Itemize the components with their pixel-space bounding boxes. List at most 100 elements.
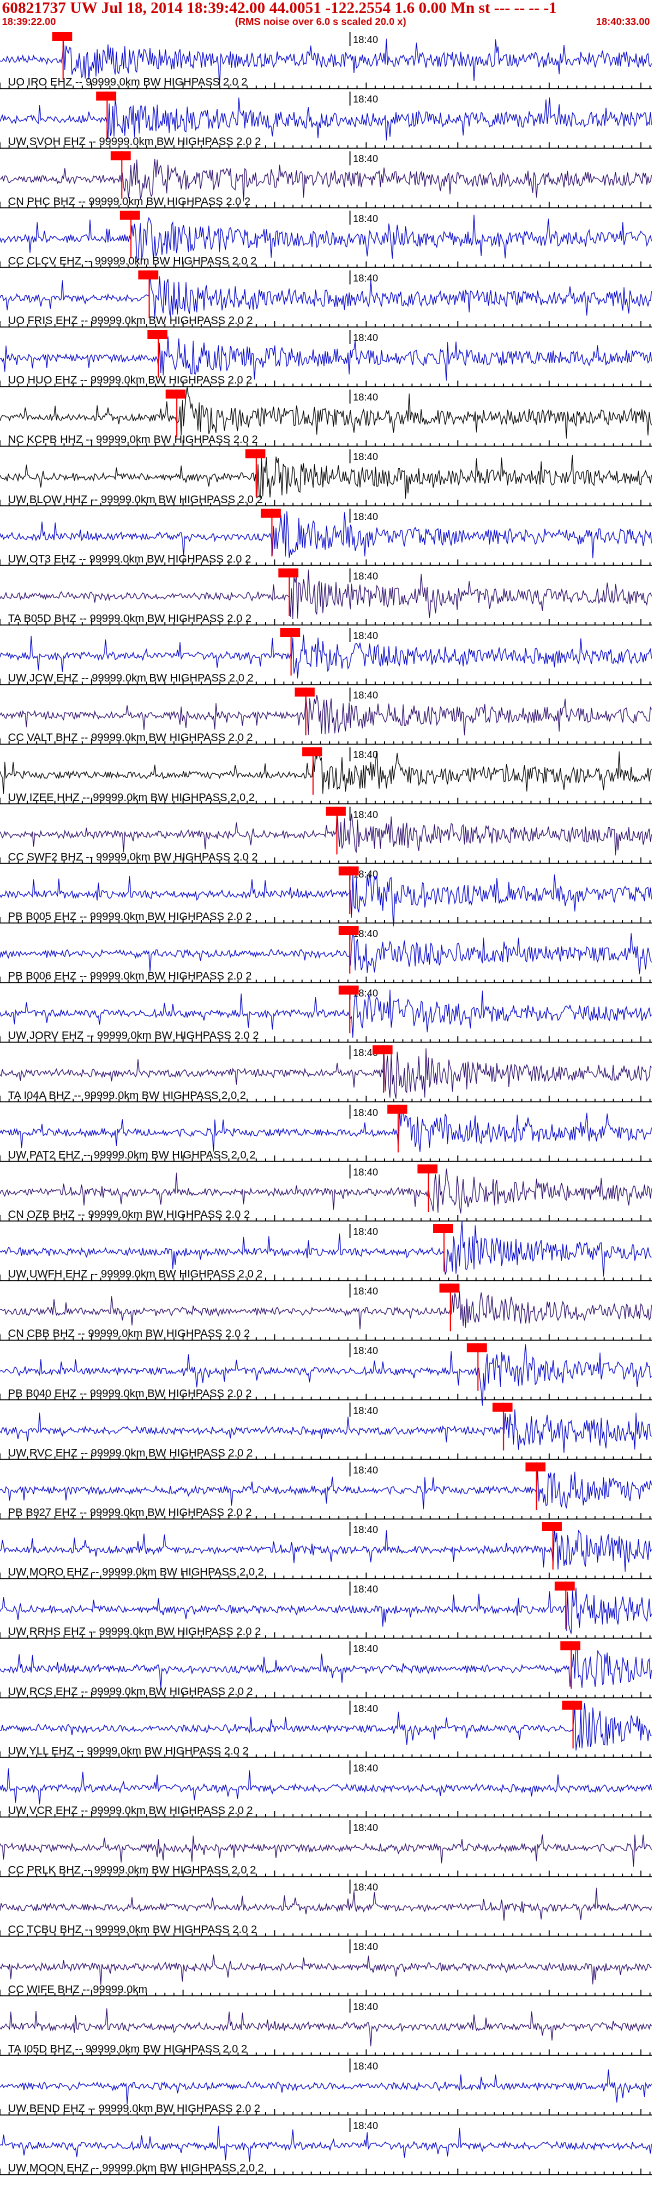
center-time-label: 18:40 (353, 691, 378, 702)
channel-label: UW MOON EHZ -- 99999.0km BW HIGHPASS 2.0… (8, 2163, 264, 2175)
center-time-label: 18:40 (353, 2121, 378, 2132)
center-time-label: 18:40 (353, 1287, 378, 1298)
channel-label: UW RVC EHZ -- 99999.0km BW HIGHPASS 2.0 … (8, 1447, 253, 1459)
phase-pick-box (52, 32, 73, 41)
phase-pick-box (562, 1700, 583, 1710)
phase-pick-box (338, 985, 359, 995)
channel-label: UW MORO EHZ -- 99999.0km BW HIGHPASS 2.0… (8, 1567, 264, 1579)
seismogram-trace (0, 1409, 652, 1453)
channel-label: UO FRIS EHZ -- 99999.0km BW HIGHPASS 2.0… (8, 315, 253, 327)
center-time-label: 18:40 (353, 1704, 378, 1715)
seismogram-trace (0, 97, 652, 141)
channel-label: TA B05D BHZ -- 99999.0km BW HIGHPASS 2.0… (8, 613, 252, 625)
center-time-label: 18:40 (353, 750, 378, 761)
phase-pick-box (278, 568, 299, 578)
seismogram-trace (0, 695, 652, 736)
phase-pick-box (554, 1581, 575, 1591)
phase-pick-box (245, 449, 266, 459)
phase-pick-box (119, 210, 140, 220)
seismogram-trace (0, 1291, 652, 1330)
seismogram-plot: 18:40 UO IRO EHZ -- 99999.0km BW HIGHPASS… (0, 32, 652, 2176)
channel-label: CC VALT BHZ -- 99999.0km BW HIGHPASS 2.0… (8, 732, 253, 744)
channel-label: UW RCS EHZ -- 99999.0km BW HIGHPASS 2.0 … (8, 1686, 253, 1698)
center-time-label: 18:40 (353, 393, 378, 404)
center-time-label: 18:40 (353, 1465, 378, 1476)
center-time-label: 18:40 (353, 1644, 378, 1655)
seismogram-trace (0, 1644, 652, 1689)
center-time-label: 18:40 (353, 2061, 378, 2072)
phase-pick-box (147, 330, 168, 339)
channel-label: UW PAT2 EHZ -- 99999.0km BW HIGHPASS 2.0… (8, 1149, 256, 1161)
phase-pick-box (387, 1104, 408, 1114)
seismogram-trace (0, 1527, 652, 1572)
channel-label: UW OT3 EHZ -- 99999.0km BW HIGHPASS 2.0 … (8, 553, 251, 565)
phase-pick-box (96, 91, 117, 101)
phase-pick-box (302, 747, 323, 757)
seismogram-trace (0, 2069, 652, 2105)
channel-label: CN PHC BHZ -- 99999.0km BW HIGHPASS 2.0 … (8, 196, 250, 208)
channel-label: PB B005 EHZ -- 99999.0km BW HIGHPASS 2.0… (8, 911, 252, 923)
center-time-label: 18:40 (353, 631, 378, 642)
phase-pick-box (338, 866, 359, 876)
channel-label: CC SWF2 BHZ -- 99999.0km BW HIGHPASS 2.0… (8, 851, 258, 863)
seismogram-trace (0, 1109, 652, 1152)
seismogram-trace (0, 511, 652, 559)
seismogram-trace (0, 386, 652, 439)
phase-pick-box (280, 628, 301, 637)
channel-label: PB B040 EHZ -- 99999.0km BW HIGHPASS 2.0… (8, 1388, 252, 1400)
phase-pick-box (294, 687, 315, 697)
phase-pick-box (492, 1402, 513, 1412)
seismogram-trace (0, 811, 652, 856)
channel-label: UW VCR EHZ -- 99999.0km BW HIGHPASS 2.0 … (8, 1805, 253, 1817)
channel-label: UW YLL EHZ -- 99999.0km BW HIGHPASS 2.0 … (8, 1745, 249, 1757)
seismogram-trace (0, 454, 652, 499)
channel-label: CC PRLK BHZ -- 99999.0km BW HIGHPASS 2.0… (8, 1865, 256, 1877)
seismogram-trace (0, 1834, 652, 1867)
center-time-label: 18:40 (353, 1823, 378, 1834)
phase-pick-box (560, 1641, 581, 1651)
center-time-label: 18:40 (353, 273, 378, 284)
phase-pick-box (433, 1224, 454, 1233)
channel-label: PB B006 EHZ -- 99999.0km BW HIGHPASS 2.0… (8, 971, 252, 983)
channel-label: UW UWFH EHZ -- 99999.0km BW HIGHPASS 2.0… (8, 1269, 263, 1281)
center-time-label: 18:40 (353, 1406, 378, 1417)
center-time-label: 18:40 (353, 35, 378, 46)
center-time-label: 18:40 (353, 1883, 378, 1894)
phase-pick-box (372, 1045, 393, 1055)
seismogram-trace (0, 930, 652, 975)
channel-label: UO IRO EHZ -- 99999.0km BW HIGHPASS 2.0 … (8, 77, 247, 89)
channel-label: CN CBB BHZ -- 99999.0km BW HIGHPASS 2.0 … (8, 1328, 250, 1340)
phase-pick-box (165, 389, 186, 399)
phase-pick-box (439, 1283, 460, 1293)
channel-label: PB B927 EHZ -- 99999.0km BW HIGHPASS 2.0… (8, 1507, 252, 1519)
seismogram-trace (0, 214, 652, 262)
channel-label: UW RRHS EHZ -- 99999.0km BW HIGHPASS 2.0… (8, 1626, 261, 1638)
center-time-label: 18:40 (353, 1108, 378, 1119)
center-time-label: 18:40 (353, 2002, 378, 2013)
channel-label: CC WIFE BHZ -- 99999.0km (8, 1984, 147, 1996)
phase-pick-box (338, 926, 359, 935)
channel-label: TA I04A BHZ -- 99999.0km BW HIGHPASS 2.0… (8, 1090, 246, 1102)
seismogram-trace (0, 1702, 652, 1751)
phase-pick-box (138, 270, 159, 280)
center-time-label: 18:40 (353, 1227, 378, 1238)
center-time-label: 18:40 (353, 95, 378, 106)
seismogram-trace (0, 2125, 652, 2163)
center-time-label: 18:40 (353, 214, 378, 225)
phase-pick-box (325, 806, 346, 816)
center-time-label: 18:40 (353, 1763, 378, 1774)
seismogram-trace (0, 747, 652, 795)
phase-pick-box (417, 1164, 438, 1174)
channel-label: UW BEND EHZ -- 99999.0km BW HIGHPASS 2.0… (8, 2103, 260, 2115)
center-time-label: 18:40 (353, 452, 378, 463)
seismogram-trace (0, 1168, 652, 1214)
center-time-label: 18:40 (353, 154, 378, 165)
channel-label: CC CLCV EHZ -- 99999.0km BW HIGHPASS 2.0… (8, 255, 257, 267)
channel-label: TA I05D BHZ -- 99999.0km BW HIGHPASS 2.0… (8, 2043, 247, 2055)
center-time-label: 18:40 (353, 333, 378, 344)
channel-label: UW JORV EHZ -- 99999.0km BW HIGHPASS 2.0… (8, 1030, 259, 1042)
phase-pick-box (466, 1343, 487, 1353)
channel-label: UW IZEE HHZ -- 99999.0km BW HIGHPASS 2.0… (8, 792, 255, 804)
center-time-label: 18:40 (353, 1942, 378, 1953)
seismogram-trace (0, 1768, 652, 1805)
